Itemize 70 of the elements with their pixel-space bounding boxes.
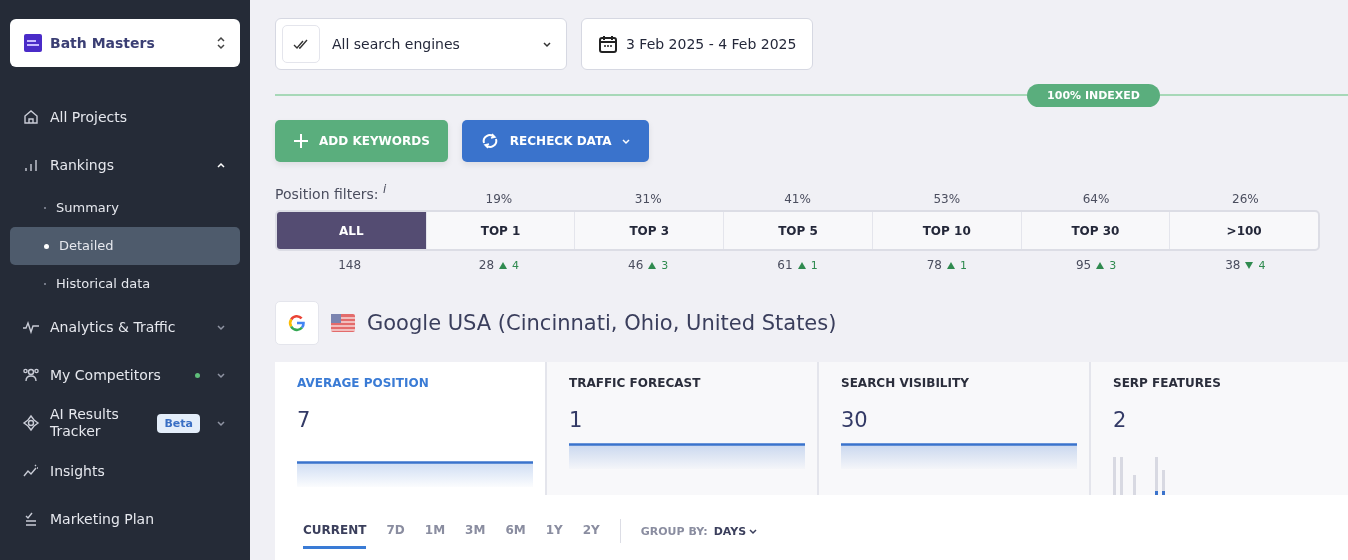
project-name: Bath Masters [50, 35, 156, 51]
sort-icon [216, 36, 226, 50]
bullet-icon [44, 243, 49, 249]
double-check-icon [293, 38, 309, 50]
flag-icon [331, 314, 355, 332]
position-filter-tab[interactable]: TOP 1 [425, 212, 575, 249]
nav-subitem[interactable]: Detailed [10, 227, 240, 265]
period-tab[interactable]: CURRENT [303, 522, 367, 549]
group-by-label: GROUP BY: [640, 524, 708, 538]
position-filter-tab[interactable]: TOP 5 [723, 212, 872, 249]
change-value: 3 [661, 258, 669, 272]
position-filter-tab[interactable]: TOP 3 [574, 212, 724, 249]
logo-icon [24, 34, 42, 52]
calendar-icon [598, 34, 618, 54]
keyword-count: 148 [338, 258, 362, 272]
nav-item[interactable]: My Competitors [10, 351, 240, 399]
percent-label: 64% [1081, 191, 1111, 206]
nav-subitem[interactable]: Historical data [10, 265, 240, 303]
chevron-down-icon [748, 526, 759, 536]
percent-label: 41% [783, 191, 812, 206]
position-filter-tab[interactable]: ALL [277, 212, 426, 249]
plus-icon [293, 133, 309, 149]
position-filter-tab[interactable]: >100 [1169, 212, 1318, 249]
metric-card[interactable]: SEARCH VISIBILITY 30 [817, 362, 1089, 495]
recheck-data-button[interactable]: RECHECK DATA [461, 120, 650, 162]
nav-item[interactable]: AI Results Tracker Beta [10, 399, 240, 447]
chevron-down-icon [216, 370, 226, 380]
google-logo-icon [275, 301, 319, 345]
chevron-down-icon [216, 418, 226, 428]
percent-label: 31% [633, 191, 663, 206]
nav-item[interactable]: Marketing Plan [10, 495, 240, 543]
date-range-picker[interactable]: 3 Feb 2025 - 4 Feb 2025 [581, 18, 814, 70]
metric-card[interactable]: SERP FEATURES 2 [1089, 362, 1348, 495]
keyword-count: 46 [628, 258, 644, 272]
nav-item[interactable]: Rankings [10, 141, 240, 189]
percent-label: 26% [1231, 191, 1260, 206]
position-filter-tab[interactable]: TOP 30 [1020, 212, 1170, 249]
percent-label: 19% [484, 191, 514, 206]
keyword-count: 95 [1075, 258, 1092, 272]
group-by-dropdown[interactable]: DAYS [713, 524, 759, 538]
metric-card[interactable]: AVERAGE POSITION 7 [275, 362, 545, 495]
search-engine-select[interactable]: All search engines [275, 18, 567, 70]
nav-item[interactable]: All Projects [10, 93, 240, 141]
change-value: 4 [512, 258, 520, 272]
nav-item[interactable]: Analytics & Traffic [10, 303, 240, 351]
change-value: 4 [1258, 258, 1266, 272]
chevron-down-icon [216, 322, 226, 332]
position-filter-tab[interactable]: TOP 10 [871, 212, 1021, 249]
project-selector[interactable]: Bath Masters [10, 19, 240, 67]
metric-card[interactable]: TRAFFIC FORECAST 1 [545, 362, 817, 495]
change-value: 1 [810, 258, 818, 272]
flower-icon [22, 414, 40, 432]
chevron-down-icon [542, 39, 552, 49]
nav-item[interactable]: Insights [10, 447, 240, 495]
home-icon [22, 108, 40, 126]
indexed-badge: 100% INDEXED [1027, 83, 1160, 107]
nav-subitem[interactable]: Summary [10, 189, 240, 227]
people-icon [22, 366, 40, 384]
keyword-count: 61 [777, 258, 793, 272]
keyword-count: 38 [1225, 258, 1241, 272]
percent-label: 53% [932, 191, 962, 206]
search-engine-title: Google USA (Cincinnati, Ohio, United States) [367, 311, 837, 335]
beta-badge: Beta [157, 413, 200, 433]
keyword-count: 78 [926, 258, 942, 272]
change-value: 1 [959, 258, 967, 272]
chevron-down-icon [621, 136, 632, 146]
change-value: 3 [1109, 258, 1117, 272]
chevron-up-icon [216, 160, 226, 170]
keyword-count: 28 [478, 258, 495, 272]
position-filters-label: Position filters: $^{i}$ [275, 182, 388, 202]
